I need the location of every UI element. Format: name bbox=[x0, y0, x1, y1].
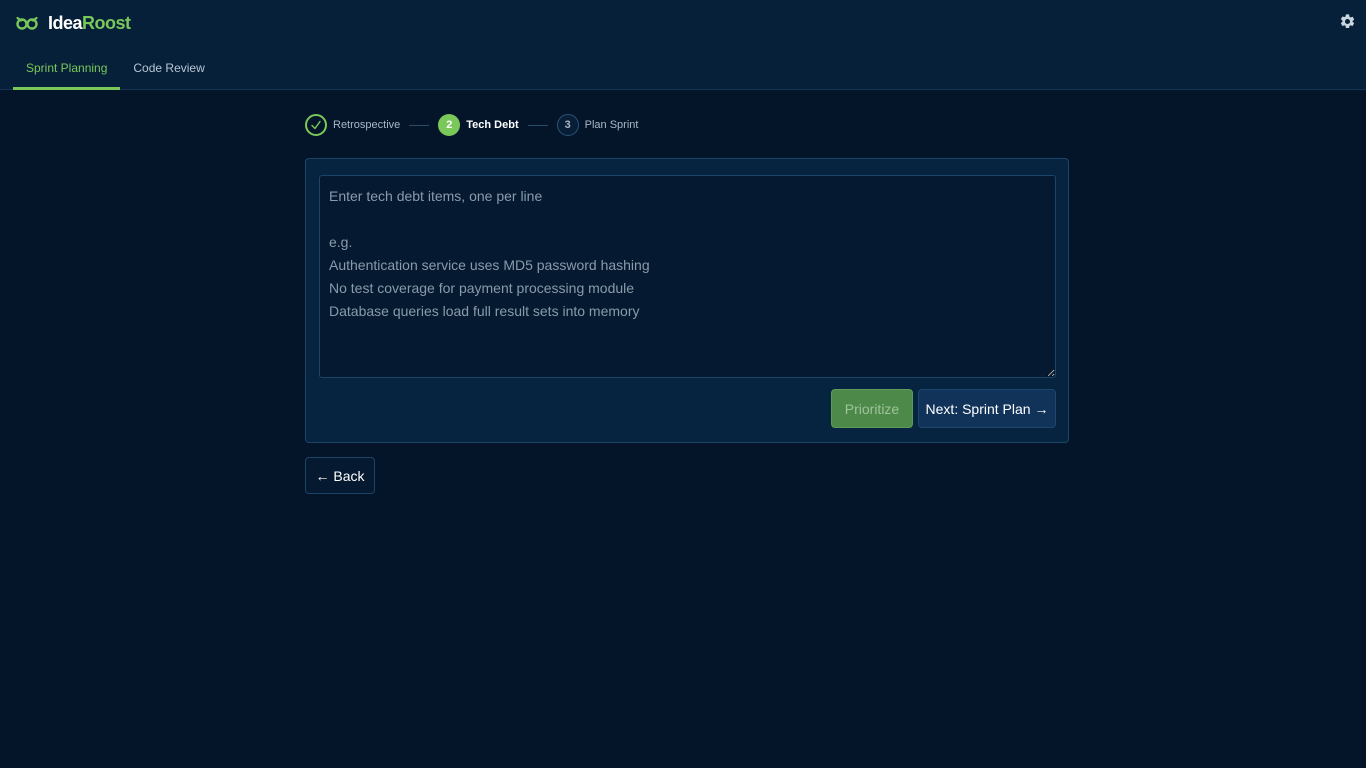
step-connector bbox=[527, 124, 548, 126]
wizard-stepper: Retrospective 2 Tech Debt 3 Plan Sprint bbox=[305, 113, 638, 137]
step-label-tech-debt: Tech Debt bbox=[466, 119, 519, 131]
app-name: IdeaRoost bbox=[48, 11, 131, 35]
tab-code-review[interactable]: Code Review bbox=[120, 50, 217, 88]
app-logo[interactable]: IdeaRoost bbox=[16, 11, 131, 35]
step-number-tech-debt: 2 bbox=[438, 114, 461, 136]
tech-debt-input[interactable] bbox=[319, 175, 1056, 378]
checkmark-icon bbox=[305, 114, 327, 136]
step-connector bbox=[409, 124, 430, 126]
prioritize-button[interactable]: Prioritize bbox=[831, 389, 913, 428]
owl-eyes-logo-icon bbox=[16, 16, 38, 30]
tab-bar: Sprint Planning Code Review bbox=[13, 50, 218, 90]
gear-icon[interactable] bbox=[1339, 13, 1356, 30]
step-label-retrospective: Retrospective bbox=[333, 119, 401, 131]
step-tech-debt[interactable]: 2 Tech Debt bbox=[438, 114, 519, 136]
tab-sprint-planning[interactable]: Sprint Planning bbox=[13, 50, 121, 90]
step-retrospective[interactable]: Retrospective bbox=[305, 114, 400, 136]
app-name-part1: Idea bbox=[48, 13, 83, 33]
next-sprint-plan-button[interactable]: Next: Sprint Plan → bbox=[918, 389, 1056, 428]
app-header: IdeaRoost Sprint Planning Code Review bbox=[0, 0, 1366, 90]
step-plan-sprint[interactable]: 3 Plan Sprint bbox=[556, 114, 639, 136]
step-label-plan-sprint: Plan Sprint bbox=[584, 119, 639, 131]
tech-debt-panel: Prioritize Next: Sprint Plan → bbox=[305, 158, 1069, 443]
app-name-part2: Roost bbox=[82, 13, 131, 33]
step-number-plan-sprint: 3 bbox=[556, 114, 579, 136]
back-button[interactable]: ← Back bbox=[305, 457, 375, 494]
